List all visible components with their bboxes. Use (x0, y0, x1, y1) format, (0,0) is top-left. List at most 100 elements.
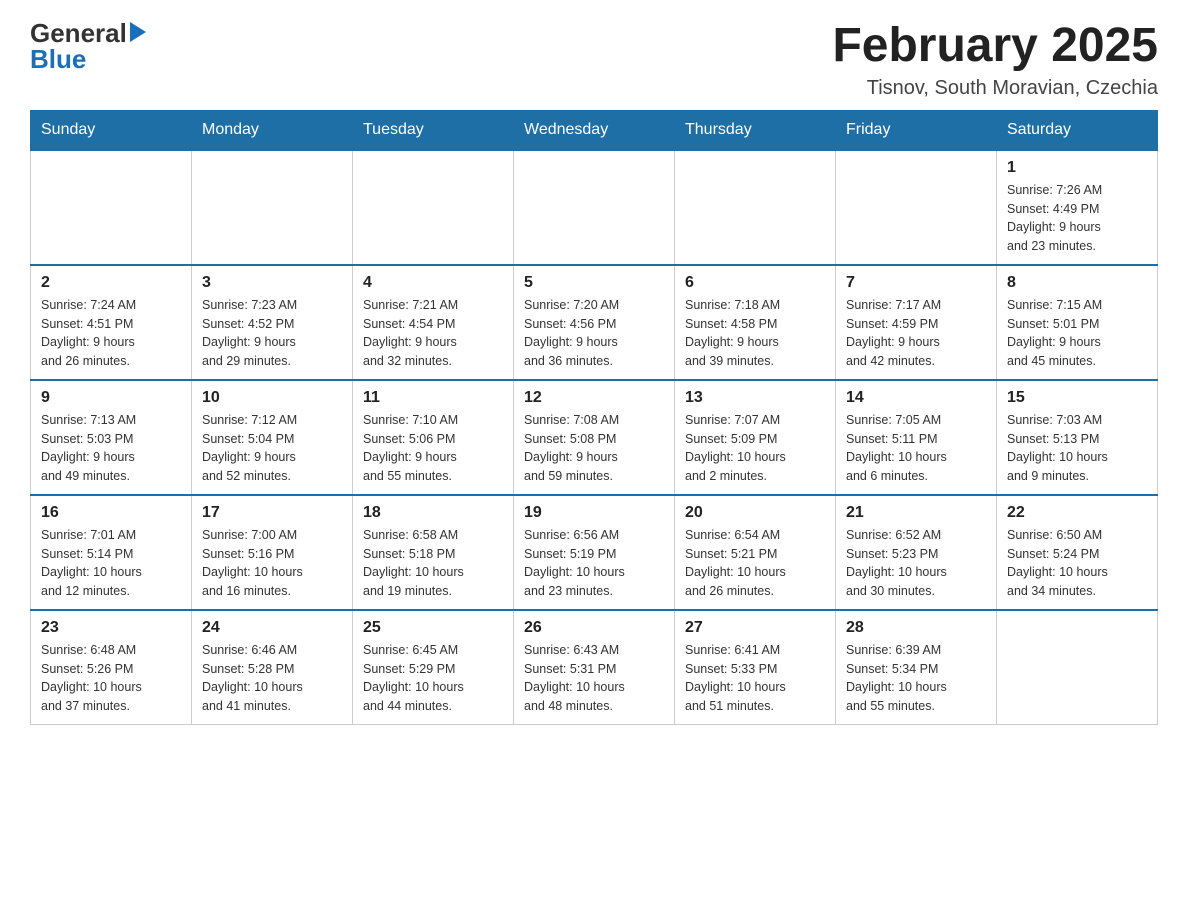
day-number: 2 (41, 274, 181, 292)
calendar-cell: 20 Sunrise: 6:54 AM Sunset: 5:21 PM Dayli… (675, 495, 836, 610)
calendar-cell (192, 150, 353, 265)
calendar-cell: 1Sunrise: 7:26 AM Sunset: 4:49 PM Daylig… (997, 150, 1158, 265)
day-number: 14 (846, 389, 986, 407)
calendar-cell: 10Sunrise: 7:12 AM Sunset: 5:04 PM Dayli… (192, 380, 353, 495)
weekday-header-saturday: Saturday (997, 110, 1158, 150)
calendar-cell: 6 Sunrise: 7:18 AM Sunset: 4:58 PM Daylig… (675, 265, 836, 380)
day-number: 19 (524, 504, 664, 522)
day-info: Sunrise: 6:46 AM Sunset: 5:28 PM Dayligh… (202, 641, 342, 716)
calendar-cell (31, 150, 192, 265)
calendar-cell: 19Sunrise: 6:56 AM Sunset: 5:19 PM Dayli… (514, 495, 675, 610)
day-info: Sunrise: 6:45 AM Sunset: 5:29 PM Dayligh… (363, 641, 503, 716)
weekday-header-monday: Monday (192, 110, 353, 150)
month-title: February 2025 (832, 20, 1158, 73)
day-number: 5 (524, 274, 664, 292)
day-info: Sunrise: 6:52 AM Sunset: 5:23 PM Dayligh… (846, 526, 986, 601)
day-info: Sunrise: 7:21 AM Sunset: 4:54 PM Dayligh… (363, 296, 503, 371)
day-info: Sunrise: 7:17 AM Sunset: 4:59 PM Dayligh… (846, 296, 986, 371)
day-info: Sunrise: 6:54 AM Sunset: 5:21 PM Dayligh… (685, 526, 825, 601)
day-number: 18 (363, 504, 503, 522)
week-row-2: 2 Sunrise: 7:24 AM Sunset: 4:51 PM Daylig… (31, 265, 1158, 380)
day-info: Sunrise: 7:24 AM Sunset: 4:51 PM Dayligh… (41, 296, 181, 371)
logo-general-text: General (30, 20, 127, 46)
day-number: 6 (685, 274, 825, 292)
title-section: February 2025 Tisnov, South Moravian, Cz… (832, 20, 1158, 100)
calendar-cell: 4 Sunrise: 7:21 AM Sunset: 4:54 PM Daylig… (353, 265, 514, 380)
weekday-header-friday: Friday (836, 110, 997, 150)
day-number: 15 (1007, 389, 1147, 407)
day-number: 27 (685, 619, 825, 637)
weekday-header-sunday: Sunday (31, 110, 192, 150)
day-number: 23 (41, 619, 181, 637)
week-row-1: 1Sunrise: 7:26 AM Sunset: 4:49 PM Daylig… (31, 150, 1158, 265)
day-number: 10 (202, 389, 342, 407)
day-number: 26 (524, 619, 664, 637)
calendar-cell: 15 Sunrise: 7:03 AM Sunset: 5:13 PM Dayli… (997, 380, 1158, 495)
calendar-cell (514, 150, 675, 265)
day-info: Sunrise: 7:26 AM Sunset: 4:49 PM Dayligh… (1007, 181, 1147, 256)
calendar-cell: 11 Sunrise: 7:10 AM Sunset: 5:06 PM Dayli… (353, 380, 514, 495)
calendar-cell: 21Sunrise: 6:52 AM Sunset: 5:23 PM Dayli… (836, 495, 997, 610)
week-row-3: 9 Sunrise: 7:13 AM Sunset: 5:03 PM Daylig… (31, 380, 1158, 495)
day-number: 7 (846, 274, 986, 292)
day-info: Sunrise: 7:13 AM Sunset: 5:03 PM Dayligh… (41, 411, 181, 486)
page-header: General Blue February 2025 Tisnov, South… (30, 20, 1158, 100)
calendar-cell: 24 Sunrise: 6:46 AM Sunset: 5:28 PM Dayli… (192, 610, 353, 725)
logo-triangle-icon (130, 22, 146, 42)
day-number: 28 (846, 619, 986, 637)
calendar-table: SundayMondayTuesdayWednesdayThursdayFrid… (30, 110, 1158, 725)
calendar-cell: 13 Sunrise: 7:07 AM Sunset: 5:09 PM Dayli… (675, 380, 836, 495)
day-number: 4 (363, 274, 503, 292)
week-row-4: 16Sunrise: 7:01 AM Sunset: 5:14 PM Dayli… (31, 495, 1158, 610)
day-number: 9 (41, 389, 181, 407)
day-number: 13 (685, 389, 825, 407)
calendar-cell: 9 Sunrise: 7:13 AM Sunset: 5:03 PM Daylig… (31, 380, 192, 495)
day-info: Sunrise: 6:48 AM Sunset: 5:26 PM Dayligh… (41, 641, 181, 716)
calendar-cell: 27 Sunrise: 6:41 AM Sunset: 5:33 PM Dayli… (675, 610, 836, 725)
day-info: Sunrise: 6:43 AM Sunset: 5:31 PM Dayligh… (524, 641, 664, 716)
day-info: Sunrise: 6:41 AM Sunset: 5:33 PM Dayligh… (685, 641, 825, 716)
day-info: Sunrise: 7:03 AM Sunset: 5:13 PM Dayligh… (1007, 411, 1147, 486)
day-info: Sunrise: 6:50 AM Sunset: 5:24 PM Dayligh… (1007, 526, 1147, 601)
calendar-cell (353, 150, 514, 265)
day-info: Sunrise: 6:58 AM Sunset: 5:18 PM Dayligh… (363, 526, 503, 601)
day-number: 17 (202, 504, 342, 522)
calendar-cell: 18 Sunrise: 6:58 AM Sunset: 5:18 PM Dayli… (353, 495, 514, 610)
calendar-cell (675, 150, 836, 265)
day-number: 11 (363, 389, 503, 407)
day-info: Sunrise: 7:08 AM Sunset: 5:08 PM Dayligh… (524, 411, 664, 486)
calendar-cell: 16Sunrise: 7:01 AM Sunset: 5:14 PM Dayli… (31, 495, 192, 610)
day-info: Sunrise: 7:10 AM Sunset: 5:06 PM Dayligh… (363, 411, 503, 486)
location-subtitle: Tisnov, South Moravian, Czechia (832, 77, 1158, 100)
calendar-cell: 25 Sunrise: 6:45 AM Sunset: 5:29 PM Dayli… (353, 610, 514, 725)
calendar-cell: 17Sunrise: 7:00 AM Sunset: 5:16 PM Dayli… (192, 495, 353, 610)
calendar-cell: 12Sunrise: 7:08 AM Sunset: 5:08 PM Dayli… (514, 380, 675, 495)
calendar-cell: 5 Sunrise: 7:20 AM Sunset: 4:56 PM Daylig… (514, 265, 675, 380)
calendar-cell (836, 150, 997, 265)
weekday-header-tuesday: Tuesday (353, 110, 514, 150)
calendar-cell: 28Sunrise: 6:39 AM Sunset: 5:34 PM Dayli… (836, 610, 997, 725)
day-number: 25 (363, 619, 503, 637)
logo-blue-text: Blue (30, 44, 86, 74)
day-info: Sunrise: 7:20 AM Sunset: 4:56 PM Dayligh… (524, 296, 664, 371)
calendar-cell (997, 610, 1158, 725)
day-info: Sunrise: 7:23 AM Sunset: 4:52 PM Dayligh… (202, 296, 342, 371)
calendar-cell: 26 Sunrise: 6:43 AM Sunset: 5:31 PM Dayli… (514, 610, 675, 725)
day-number: 3 (202, 274, 342, 292)
calendar-cell: 8Sunrise: 7:15 AM Sunset: 5:01 PM Daylig… (997, 265, 1158, 380)
day-number: 20 (685, 504, 825, 522)
calendar-cell: 22 Sunrise: 6:50 AM Sunset: 5:24 PM Dayli… (997, 495, 1158, 610)
day-info: Sunrise: 7:01 AM Sunset: 5:14 PM Dayligh… (41, 526, 181, 601)
day-info: Sunrise: 7:18 AM Sunset: 4:58 PM Dayligh… (685, 296, 825, 371)
day-number: 22 (1007, 504, 1147, 522)
calendar-cell: 23 Sunrise: 6:48 AM Sunset: 5:26 PM Dayli… (31, 610, 192, 725)
day-number: 24 (202, 619, 342, 637)
day-info: Sunrise: 7:07 AM Sunset: 5:09 PM Dayligh… (685, 411, 825, 486)
weekday-header-row: SundayMondayTuesdayWednesdayThursdayFrid… (31, 110, 1158, 150)
weekday-header-wednesday: Wednesday (514, 110, 675, 150)
week-row-5: 23 Sunrise: 6:48 AM Sunset: 5:26 PM Dayli… (31, 610, 1158, 725)
calendar-cell: 2 Sunrise: 7:24 AM Sunset: 4:51 PM Daylig… (31, 265, 192, 380)
logo: General Blue (30, 20, 146, 72)
calendar-cell: 7 Sunrise: 7:17 AM Sunset: 4:59 PM Daylig… (836, 265, 997, 380)
calendar-cell: 14Sunrise: 7:05 AM Sunset: 5:11 PM Dayli… (836, 380, 997, 495)
